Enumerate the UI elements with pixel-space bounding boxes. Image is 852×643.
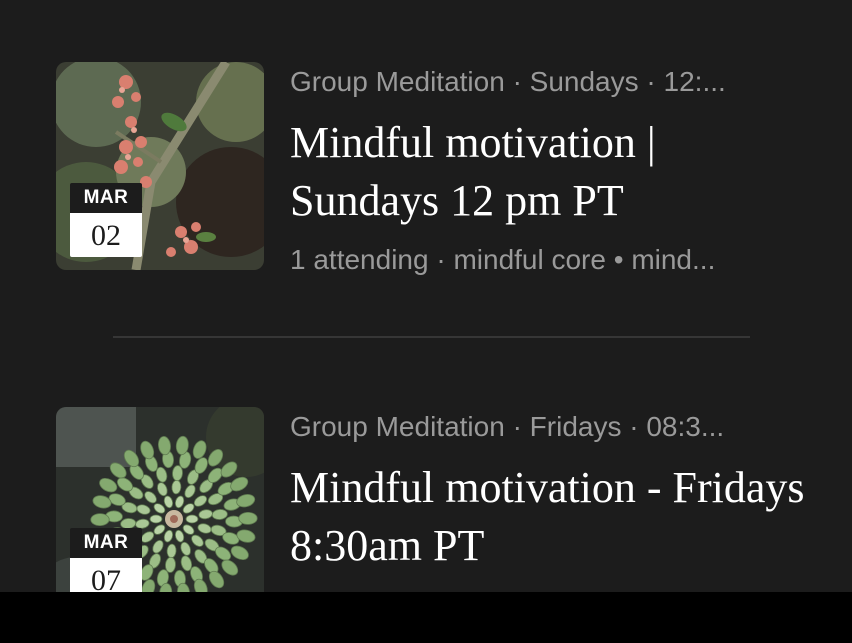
date-badge: MAR 02 [70,183,142,257]
bottom-bar [0,592,852,643]
event-card[interactable]: MAR 02 Group Meditation · Sundays · 12:.… [0,62,852,282]
event-thumbnail[interactable]: MAR 07 [56,407,264,592]
event-subtitle: 1 attending · mindful core • mind... [290,244,716,275]
event-meta: Group Meditation · Sundays · 12:... [290,66,726,97]
event-list: MAR 02 Group Meditation · Sundays · 12:.… [0,0,852,592]
date-badge: MAR 07 [70,528,142,592]
event-card[interactable]: MAR 07 Group Meditation · Fridays · 08:3… [0,407,852,592]
event-title[interactable]: Mindful motivation | Sundays 12 pm PT [290,114,810,230]
event-title[interactable]: Mindful motivation - Fridays 8:30am PT [290,459,810,575]
date-day: 07 [70,558,142,592]
date-month: MAR [70,183,142,213]
event-thumbnail[interactable]: MAR 02 [56,62,264,270]
date-day: 02 [70,213,142,257]
divider [113,336,750,338]
date-month: MAR [70,528,142,558]
event-meta: Group Meditation · Fridays · 08:3... [290,411,725,442]
